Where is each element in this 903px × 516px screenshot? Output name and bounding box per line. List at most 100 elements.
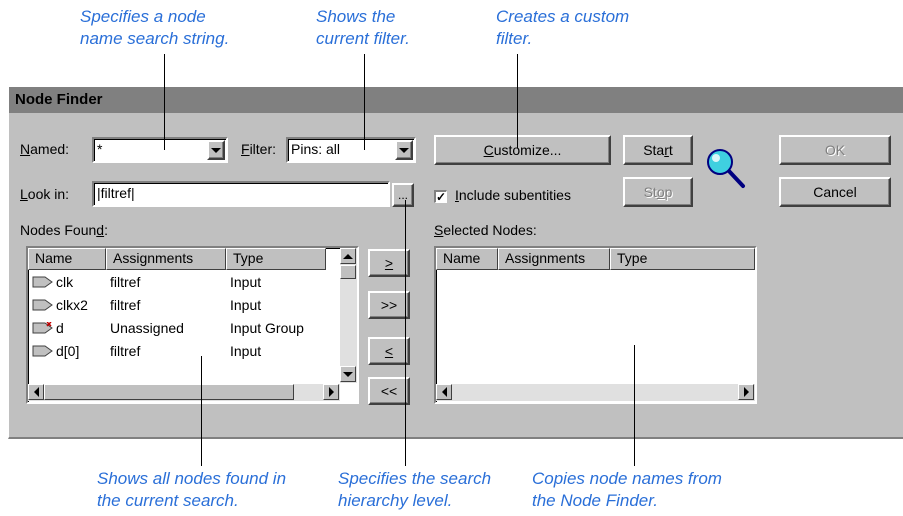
row-name: clkx2 — [56, 297, 88, 313]
callout-customize-line1: Creates a custom — [496, 7, 630, 26]
selected-accel: S — [434, 222, 444, 238]
selected-nodes-label: Selected Nodes: — [434, 222, 537, 238]
remove-all-button[interactable]: << — [368, 377, 410, 405]
stop-label-pre: St — [643, 184, 657, 200]
chevron-right-icon — [328, 387, 334, 397]
vertical-scroll-thumb[interactable] — [340, 265, 356, 279]
row-assignment: filtref — [110, 274, 141, 290]
dialog-title: Node Finder — [9, 87, 903, 113]
callout-filter: Shows the current filter. — [316, 6, 410, 50]
scroll-left-button[interactable] — [28, 384, 44, 400]
named-dropdown-button[interactable] — [207, 140, 225, 160]
table-row[interactable]: d Unassigned Input Group — [28, 317, 318, 340]
chevron-left-icon — [441, 387, 447, 397]
scroll-left-button[interactable] — [436, 384, 452, 400]
callout-filter-line2: current filter. — [316, 29, 410, 48]
row-assignment: filtref — [110, 297, 141, 313]
chevron-down-icon — [399, 147, 409, 153]
column-header-name[interactable]: Name — [436, 248, 498, 270]
copy-one-label: > — [384, 255, 394, 271]
remove-one-label: < — [384, 343, 394, 359]
table-row[interactable]: clkx2 filtref Input — [28, 294, 318, 317]
row-type: Input — [230, 274, 262, 290]
row-name: d — [56, 320, 64, 336]
row-type: Input — [230, 343, 262, 359]
column-header-type[interactable]: Type — [226, 248, 326, 270]
leader-line-customize — [517, 54, 518, 148]
leader-line-named — [164, 54, 165, 150]
scroll-right-button[interactable] — [738, 384, 754, 400]
stop-label-post: p — [664, 184, 673, 200]
customize-label: ustomize... — [493, 142, 562, 158]
callout-found-line2: the current search. — [97, 491, 239, 510]
selected-text: elected Nodes: — [443, 222, 537, 238]
table-row[interactable]: clk filtref Input — [28, 271, 318, 294]
named-label-text: amed: — [30, 141, 70, 157]
nodes-found-label: Nodes Found: — [20, 222, 108, 238]
lookin-label: Look in: — [20, 186, 69, 202]
start-label-post: t — [668, 142, 673, 158]
callout-hierarchy-line1: Specifies the search — [338, 469, 492, 488]
callout-found-line1: Shows all nodes found in — [97, 469, 287, 488]
callout-customize: Creates a custom filter. — [496, 6, 629, 50]
filter-combo[interactable]: Pins: all — [286, 137, 416, 163]
row-assignment: filtref — [110, 343, 141, 359]
input-group-pin-icon — [32, 322, 53, 334]
horizontal-scroll-thumb[interactable] — [44, 384, 294, 400]
table-row[interactable]: d[0] filtref Input — [28, 340, 318, 363]
callout-copy-line2: the Node Finder. — [532, 491, 658, 510]
chevron-down-icon — [211, 147, 221, 153]
named-combo[interactable]: * — [92, 137, 228, 163]
row-type: Input — [230, 297, 262, 313]
start-label-pre: Sta — [643, 142, 665, 158]
callout-copy-line1: Copies node names from — [532, 469, 722, 488]
filter-label-text: ilter: — [249, 141, 277, 157]
leader-line-copy — [634, 345, 635, 466]
row-name: d[0] — [56, 343, 80, 359]
named-value: * — [97, 141, 103, 157]
browse-hierarchy-button[interactable]: ... — [392, 183, 414, 207]
include-subentities-checkbox[interactable]: ✓ — [434, 190, 447, 203]
input-pin-icon — [32, 276, 53, 288]
callout-named-line1: Specifies a node — [80, 7, 206, 26]
node-finder-dialog: Node Finder Name d: * Filter: Pins: all C… — [8, 86, 903, 439]
magnifier-icon — [707, 149, 745, 188]
horizontal-scrollbar[interactable] — [28, 384, 340, 401]
column-header-type[interactable]: Type — [610, 248, 755, 270]
callout-hierarchy-line2: hierarchy level. — [338, 491, 453, 510]
column-header-assignments[interactable]: Assignments — [106, 248, 226, 270]
ok-button[interactable]: OK — [779, 135, 891, 165]
stop-button[interactable]: St o p — [623, 177, 693, 207]
callout-copy: Copies node names from the Node Finder. — [532, 468, 722, 512]
copy-all-button[interactable]: >> — [368, 291, 410, 319]
start-button[interactable]: Sta r t — [623, 135, 693, 165]
leader-line-filter — [364, 54, 365, 150]
column-header-name[interactable]: Name — [28, 248, 106, 270]
horizontal-scrollbar[interactable] — [436, 384, 755, 401]
copy-one-button[interactable]: > — [368, 249, 410, 277]
callout-hierarchy: Specifies the search hierarchy level. — [338, 468, 491, 512]
chevron-right-icon — [743, 387, 749, 397]
scroll-up-button[interactable] — [340, 248, 356, 264]
filter-label: Filter: — [241, 141, 276, 157]
chevron-left-icon — [33, 387, 39, 397]
nodes-found-accel: d — [96, 222, 105, 238]
scroll-right-button[interactable] — [323, 384, 339, 400]
nodes-found-list[interactable]: Name Assignments Type clk filtref Input … — [26, 246, 359, 404]
vertical-scrollbar[interactable] — [340, 248, 357, 383]
customize-button[interactable]: Customize... — [434, 135, 611, 165]
lookin-input[interactable]: |filtref| — [92, 181, 390, 207]
cancel-button[interactable]: Cancel — [779, 177, 891, 207]
column-header-assignments[interactable]: Assignments — [498, 248, 610, 270]
chevron-down-icon — [343, 371, 353, 377]
row-type: Input Group — [230, 320, 304, 336]
callout-found: Shows all nodes found in the current sea… — [97, 468, 286, 512]
remove-one-button[interactable]: < — [368, 337, 410, 365]
selected-nodes-list[interactable]: Name Assignments Type — [434, 246, 757, 404]
leader-line-hierarchy — [405, 200, 406, 466]
filter-dropdown-button[interactable] — [395, 140, 413, 160]
nodes-found-colon: : — [104, 222, 108, 238]
leader-line-found — [201, 356, 202, 466]
callout-named-line2: name search string. — [80, 29, 230, 48]
scroll-down-button[interactable] — [340, 366, 356, 382]
